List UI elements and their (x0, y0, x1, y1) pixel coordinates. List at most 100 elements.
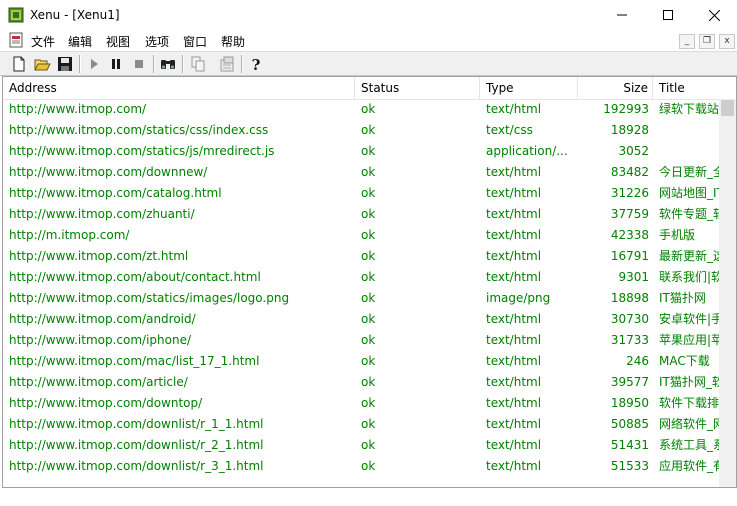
table-row[interactable]: http://m.itmop.com/ok text/html 42338 手机版 (3, 225, 719, 246)
menu-window[interactable]: 窗口 (183, 33, 207, 50)
column-header-size[interactable]: Size (578, 77, 653, 99)
column-header-row: Address Status Type Size Title (3, 77, 736, 100)
cell-title: 应用软件_有 (659, 459, 719, 473)
scrollbar-thumb[interactable] (721, 100, 734, 116)
cell-status: ok (361, 396, 376, 410)
toolbar-separator (79, 55, 81, 73)
menu-edit[interactable]: 编辑 (68, 33, 92, 50)
cell-status: ok (361, 291, 376, 305)
cell-address: http://www.itmop.com/iphone/ (9, 333, 192, 347)
minimize-button[interactable] (599, 0, 645, 30)
table-row[interactable]: http://www.itmop.com/catalog.html ok text/… (3, 183, 719, 204)
cell-status: ok (361, 375, 376, 389)
cell-size: 18950 (610, 396, 649, 410)
cell-type: text/html (486, 396, 542, 410)
cell-address: http://www.itmop.com/about/contact.html (9, 270, 261, 284)
table-row[interactable]: http://www.itmop.com/zt.html ok text/html 1… (3, 246, 719, 267)
open-icon[interactable] (33, 55, 51, 73)
table-row[interactable]: http://www.itmop.com/android/ok text/html… (3, 309, 719, 330)
column-header-title[interactable]: Title (653, 77, 736, 99)
table-row[interactable]: http://www.itmop.com/mac/list_17_1.html o… (3, 351, 719, 372)
cell-status: ok (361, 249, 376, 263)
cell-size: 9301 (618, 270, 649, 284)
cell-address: http://www.itmop.com/zhuanti/ (9, 207, 195, 221)
cell-title: 网站地图_IT (659, 186, 719, 200)
help-icon[interactable]: ? (247, 55, 265, 73)
close-icon (708, 9, 720, 21)
save-icon[interactable] (56, 55, 74, 73)
cell-address: http://www.itmop.com/statics/images/logo… (9, 291, 290, 305)
cell-type: text/html (486, 312, 542, 326)
maximize-button[interactable] (645, 0, 691, 30)
cell-type: text/html (486, 459, 542, 473)
table-row[interactable]: http://www.itmop.com/zhuanti/ok text/html… (3, 204, 719, 225)
cell-type: text/css (486, 123, 533, 137)
title-bar[interactable]: Xenu - [Xenu1] (0, 0, 737, 30)
copy-icon[interactable] (189, 55, 207, 73)
pause-icon[interactable] (107, 55, 125, 73)
menu-options[interactable]: 选项 (145, 33, 169, 50)
cell-address: http://www.itmop.com/downtop/ (9, 396, 203, 410)
vertical-scrollbar[interactable] (719, 99, 736, 487)
cell-address: http://www.itmop.com/mac/list_17_1.html (9, 354, 260, 368)
cell-title: IT猫扑网 (659, 291, 706, 305)
cell-status: ok (361, 102, 376, 116)
window-title: Xenu - [Xenu1] (30, 8, 120, 22)
cell-status: ok (361, 270, 376, 284)
properties-icon[interactable] (218, 55, 236, 73)
cell-type: text/html (486, 249, 542, 263)
mdi-minimize-button[interactable]: _ (679, 34, 695, 49)
cell-address: http://www.itmop.com/downnew/ (9, 165, 208, 179)
table-row[interactable]: http://www.itmop.com/statics/images/logo… (3, 288, 719, 309)
toolbar-separator (153, 55, 155, 73)
cell-size: 39577 (610, 375, 649, 389)
cell-address: http://www.itmop.com/ (9, 102, 147, 116)
cell-type: text/html (486, 354, 542, 368)
cell-type: text/html (486, 207, 542, 221)
mdi-close-button[interactable]: x (719, 34, 735, 49)
play-icon[interactable] (85, 55, 103, 73)
cell-title: MAC下载 (659, 354, 710, 368)
cell-address: http://www.itmop.com/zt.html (9, 249, 189, 263)
results-list[interactable]: Address Status Type Size Title http://ww… (2, 76, 737, 488)
column-header-type[interactable]: Type (480, 77, 578, 99)
cell-status: ok (361, 459, 376, 473)
table-row[interactable]: http://www.itmop.com/downlist/r_2_1.html… (3, 435, 719, 456)
column-header-address[interactable]: Address (3, 77, 355, 99)
menu-view[interactable]: 视图 (106, 33, 130, 50)
cell-title: 系统工具_系 (659, 438, 719, 452)
cell-address: http://www.itmop.com/catalog.html (9, 186, 222, 200)
cell-type: text/html (486, 375, 542, 389)
cell-address: http://www.itmop.com/article/ (9, 375, 188, 389)
cell-status: ok (361, 228, 376, 242)
table-row[interactable]: http://www.itmop.com/about/contact.html o… (3, 267, 719, 288)
table-row[interactable]: http://www.itmop.com/statics/js/mredirec… (3, 141, 719, 162)
cell-address: http://www.itmop.com/statics/js/mredirec… (9, 144, 275, 158)
cell-size: 83482 (610, 165, 649, 179)
table-row[interactable]: http://www.itmop.com/ok text/html 192993 绿软… (3, 99, 719, 120)
cell-size: 18928 (610, 123, 649, 137)
table-row[interactable]: http://www.itmop.com/downnew/ok text/html… (3, 162, 719, 183)
toolbar: ? (0, 51, 737, 76)
find-icon[interactable] (159, 55, 177, 73)
svg-text:?: ? (252, 56, 261, 73)
document-icon[interactable] (8, 32, 24, 48)
cell-address: http://www.itmop.com/android/ (9, 312, 196, 326)
mdi-restore-button[interactable]: ❐ (699, 34, 715, 49)
table-row[interactable]: http://www.itmop.com/downlist/r_1_1.html… (3, 414, 719, 435)
table-row[interactable]: http://www.itmop.com/downtop/ok text/html… (3, 393, 719, 414)
column-header-status[interactable]: Status (355, 77, 480, 99)
table-row[interactable]: http://www.itmop.com/article/ok text/html… (3, 372, 719, 393)
new-icon[interactable] (10, 55, 28, 73)
cell-title: 手机版 (659, 228, 696, 242)
cell-status: ok (361, 354, 376, 368)
table-row[interactable]: http://www.itmop.com/downlist/r_3_1.html… (3, 456, 719, 477)
table-row[interactable]: http://www.itmop.com/iphone/ok text/html 3… (3, 330, 719, 351)
menu-help[interactable]: 帮助 (221, 33, 245, 50)
close-button[interactable] (691, 0, 737, 30)
stop-icon[interactable] (130, 55, 148, 73)
cell-type: text/html (486, 186, 542, 200)
cell-title: 联系我们|软 (659, 270, 719, 284)
table-row[interactable]: http://www.itmop.com/statics/css/index.c… (3, 120, 719, 141)
menu-file[interactable]: 文件 (31, 33, 55, 50)
